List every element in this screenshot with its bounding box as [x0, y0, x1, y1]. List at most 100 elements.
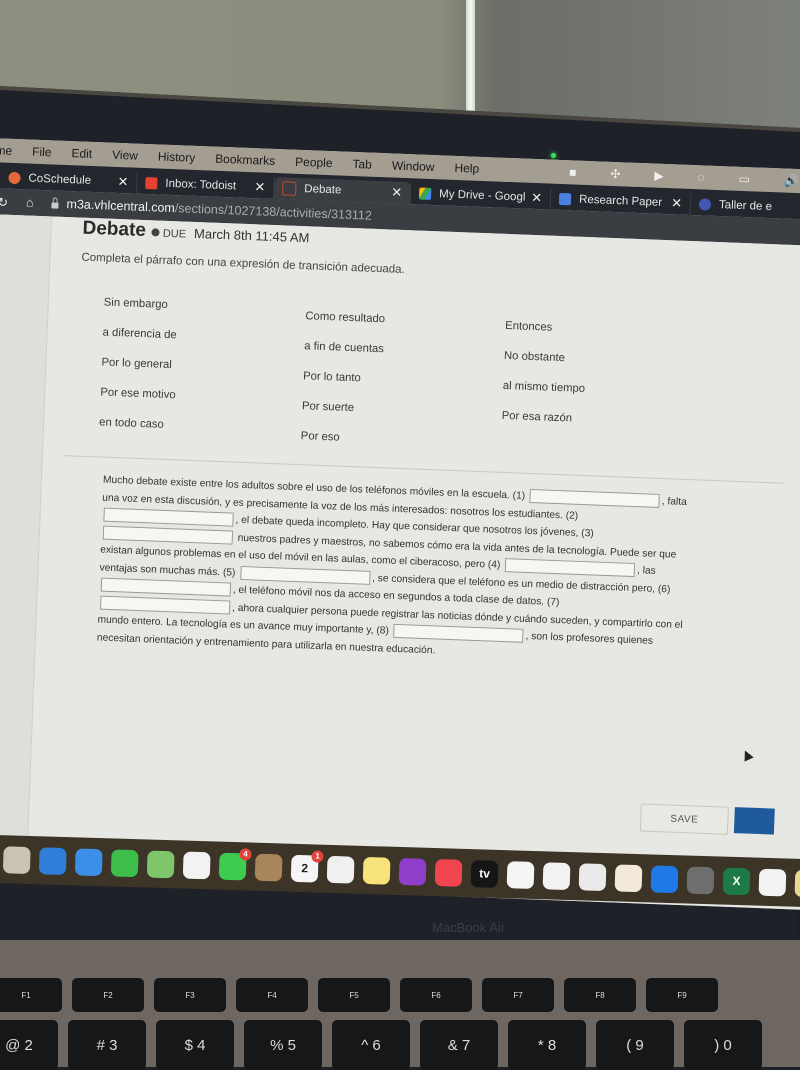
menu-window[interactable]: Window — [392, 158, 435, 174]
podcasts-icon[interactable] — [398, 857, 427, 886]
notification-badge: 1 — [311, 849, 324, 863]
blank-3[interactable] — [102, 525, 234, 545]
menu-history[interactable]: History — [158, 149, 196, 164]
chrome-icon[interactable] — [758, 868, 787, 896]
close-icon[interactable]: ✕ — [254, 179, 265, 195]
photos-icon[interactable] — [182, 851, 211, 879]
airdrop-icon[interactable]: ◌ — [697, 170, 705, 184]
reload-icon[interactable]: ↻ — [0, 194, 8, 209]
key-f3[interactable]: F3 — [154, 978, 226, 1012]
system-preferences-icon[interactable] — [686, 866, 715, 894]
close-icon[interactable]: ✕ — [531, 190, 542, 206]
apple-tv-icon[interactable]: tv — [470, 859, 499, 888]
close-icon[interactable]: ✕ — [391, 184, 402, 200]
excel-icon[interactable]: X — [722, 867, 751, 895]
key-9[interactable]: ( 9 — [596, 1020, 674, 1070]
dropbox-icon[interactable]: ✣ — [610, 167, 621, 181]
tab-label: Debate — [304, 183, 342, 197]
mail-icon[interactable] — [74, 847, 103, 876]
safari-icon[interactable] — [38, 846, 67, 875]
key-6[interactable]: ^ 6 — [332, 1020, 410, 1070]
key-f9[interactable]: F9 — [646, 978, 718, 1012]
menu-view[interactable]: View — [112, 148, 138, 163]
key-0[interactable]: ) 0 — [684, 1020, 762, 1070]
contacts-icon[interactable] — [254, 853, 283, 881]
news-icon[interactable] — [506, 860, 535, 889]
word-option[interactable]: Por ese motivo — [100, 386, 176, 401]
word-option[interactable]: Por esa razón — [501, 410, 572, 425]
blank-2[interactable] — [103, 507, 234, 527]
blank-5[interactable] — [239, 565, 371, 585]
stickies-icon[interactable] — [794, 869, 800, 898]
tab-label: Inbox: Todoist — [165, 177, 237, 193]
close-icon[interactable]: ✕ — [117, 174, 128, 190]
blank-4[interactable] — [504, 558, 636, 578]
key-7[interactable]: & 7 — [420, 1020, 498, 1070]
google-docs-icon — [558, 192, 572, 206]
word-option[interactable]: a fin de cuentas — [304, 340, 384, 355]
menu-edit[interactable]: Edit — [71, 146, 92, 161]
word-option[interactable]: Entonces — [505, 320, 553, 334]
play-icon[interactable]: ▶ — [654, 169, 664, 183]
camera-icon[interactable]: ■ — [569, 165, 577, 179]
key-f4[interactable]: F4 — [236, 978, 308, 1012]
word-option[interactable]: al mismo tiempo — [503, 380, 586, 395]
menu-file[interactable]: File — [32, 145, 52, 160]
launchpad-icon[interactable] — [2, 845, 31, 874]
tab-label: Research Paper out — [578, 193, 665, 209]
google-drive-icon — [418, 187, 432, 200]
blank-7[interactable] — [99, 595, 231, 615]
battery-icon[interactable]: ▭ — [738, 172, 750, 186]
home-icon[interactable]: ⌂ — [26, 195, 34, 209]
reminders-icon[interactable] — [326, 855, 355, 884]
word-option[interactable]: Por suerte — [302, 400, 355, 414]
save-button[interactable]: SAVE — [639, 803, 729, 835]
key-8[interactable]: * 8 — [508, 1020, 586, 1070]
page-title: Debate — [82, 217, 147, 242]
key-f2[interactable]: F2 — [72, 978, 144, 1012]
menu-bookmarks[interactable]: Bookmarks — [215, 152, 276, 168]
word-option[interactable]: Por lo tanto — [303, 370, 361, 384]
key-f1[interactable]: F1 — [0, 978, 62, 1012]
calendar-icon[interactable]: 21 — [290, 849, 324, 883]
key-3[interactable]: # 3 — [68, 1020, 146, 1070]
menu-tab[interactable]: Tab — [352, 157, 372, 172]
blank-6[interactable] — [100, 577, 232, 597]
facetime-icon[interactable] — [110, 848, 139, 877]
blank-1[interactable] — [529, 489, 661, 509]
menu-people[interactable]: People — [295, 155, 333, 170]
word-option[interactable]: a diferencia de — [102, 326, 177, 341]
volume-icon[interactable]: 🔊 — [784, 174, 799, 189]
tab-label: My Drive - Google D — [438, 188, 526, 204]
menu-app-name[interactable]: me — [0, 143, 12, 158]
maps-icon[interactable] — [146, 850, 175, 878]
key-4[interactable]: $ 4 — [156, 1020, 234, 1070]
music-icon[interactable] — [434, 858, 463, 887]
pages-icon[interactable] — [614, 863, 643, 892]
numbers-icon[interactable] — [542, 861, 571, 890]
messages-icon[interactable]: 4 — [218, 847, 252, 880]
key-2[interactable]: @ 2 — [0, 1020, 58, 1070]
key-f8[interactable]: F8 — [564, 978, 636, 1012]
key-f6[interactable]: F6 — [400, 978, 472, 1012]
app-store-icon[interactable] — [650, 864, 679, 893]
word-option[interactable]: No obstante — [504, 350, 565, 364]
key-f5[interactable]: F5 — [318, 978, 390, 1012]
word-option[interactable]: Por lo general — [101, 356, 172, 371]
menu-help[interactable]: Help — [454, 161, 479, 176]
key-5[interactable]: % 5 — [244, 1020, 322, 1070]
word-option[interactable]: Sin embargo — [104, 296, 168, 310]
word-option[interactable]: Como resultado — [305, 310, 385, 325]
keynote-icon[interactable] — [578, 862, 607, 891]
word-option[interactable]: Por eso — [301, 430, 340, 443]
close-icon[interactable]: ✕ — [671, 195, 682, 211]
left-sidebar — [0, 213, 53, 880]
blank-8[interactable] — [393, 624, 524, 644]
tab-label: CoSchedule — [28, 172, 92, 187]
notes-icon[interactable] — [362, 856, 391, 885]
keyboard-deck: F1 F2 F3 F4 F5 F6 F7 F8 F9 @ 2 # 3 $ 4% 5 ^ 6 & 7 * 8… — [0, 940, 800, 1070]
word-option[interactable]: en todo caso — [99, 416, 164, 430]
paragraph: Mucho debate existe entre los adultos so… — [97, 472, 693, 670]
key-f7[interactable]: F7 — [482, 978, 554, 1012]
submit-button[interactable] — [733, 807, 775, 835]
